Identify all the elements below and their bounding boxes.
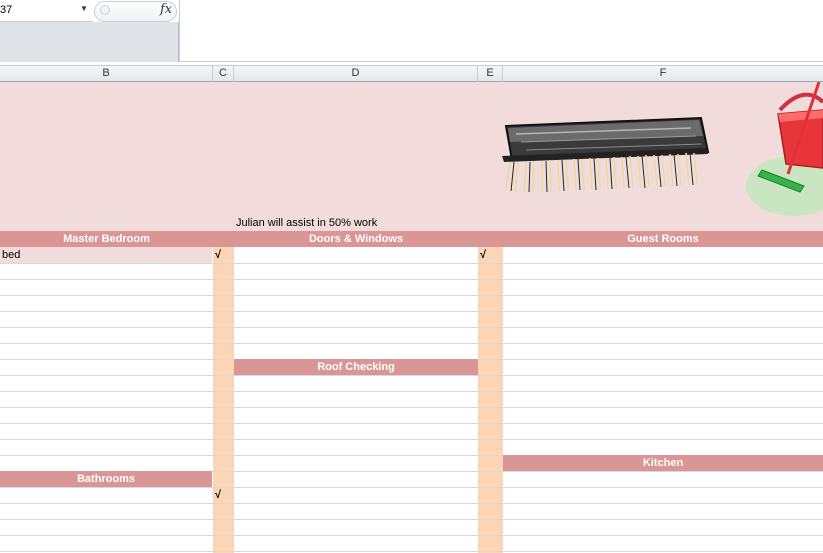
row-divider (0, 551, 823, 552)
section-kitchen[interactable]: Kitchen (503, 455, 823, 471)
check-mark[interactable]: √ (215, 489, 221, 501)
row-divider (0, 295, 823, 296)
mop-bucket-clipart (746, 82, 823, 216)
formula-input[interactable] (179, 0, 823, 62)
row-divider (0, 423, 823, 424)
row-divider (0, 487, 823, 488)
checkbox-column-c (213, 247, 234, 553)
cell-b-task[interactable]: bed (0, 247, 212, 263)
section-roof-checking[interactable]: Roof Checking (234, 359, 478, 375)
dropdown-arrow-icon[interactable]: ▼ (80, 4, 88, 13)
section-master-bedroom[interactable]: Master Bedroom (0, 231, 213, 247)
section-header-spacer (213, 231, 234, 247)
check-mark[interactable]: √ (480, 249, 486, 261)
row-divider (0, 375, 823, 376)
note-text: Julian will assist in 50% work (236, 217, 378, 229)
row-divider (0, 439, 823, 440)
row-divider (0, 327, 823, 328)
check-mark[interactable]: √ (215, 249, 221, 261)
row-divider (0, 263, 823, 264)
row-divider (0, 407, 823, 408)
function-handle-icon[interactable] (100, 5, 110, 15)
column-header-d[interactable]: D (234, 65, 478, 82)
formula-left-panel (0, 22, 179, 62)
row-divider (0, 279, 823, 280)
column-header-c[interactable]: C (213, 65, 234, 82)
name-box-value: 37 (0, 4, 13, 16)
section-bathrooms[interactable]: Bathrooms (0, 471, 212, 487)
fx-icon[interactable]: fx (160, 2, 172, 17)
row-divider (0, 535, 823, 536)
row-divider (0, 391, 823, 392)
column-header-f[interactable]: F (503, 65, 823, 82)
checkbox-column-e (478, 247, 503, 553)
section-header-spacer (478, 231, 503, 247)
row-divider (0, 503, 823, 504)
row-divider (0, 519, 823, 520)
row-divider (0, 343, 823, 344)
section-doors-windows[interactable]: Doors & Windows (234, 231, 478, 247)
column-header-e[interactable]: E (478, 65, 503, 82)
row-divider (0, 311, 823, 312)
scrub-brush-clipart (502, 116, 710, 193)
section-guest-rooms[interactable]: Guest Rooms (503, 231, 823, 247)
column-header-b[interactable]: B (0, 65, 213, 82)
